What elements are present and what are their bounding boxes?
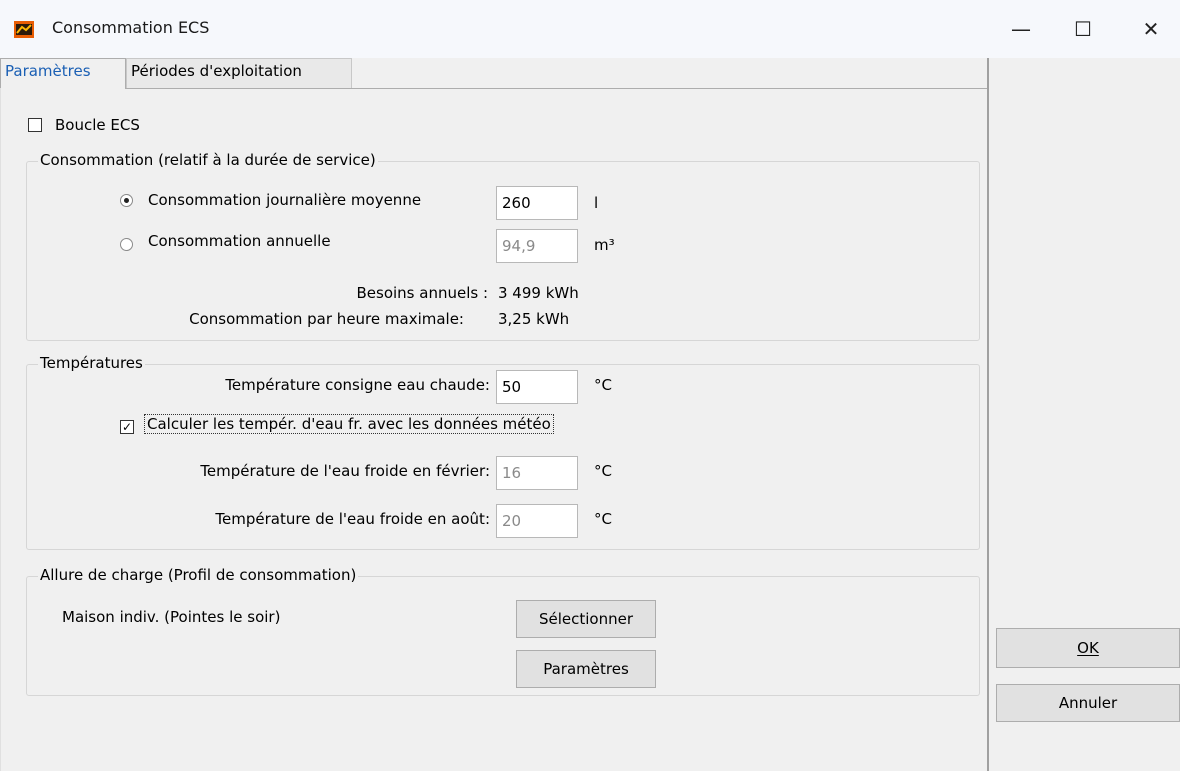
maximize-icon[interactable]: ☐: [1052, 0, 1114, 58]
boucle-ecs-checkbox[interactable]: [28, 118, 42, 132]
unit-celsius-fevrier: °C: [594, 462, 612, 480]
calculer-meteo-checkbox[interactable]: ✓: [120, 420, 134, 434]
radio-consommation-journaliere[interactable]: [120, 194, 133, 207]
minimize-icon[interactable]: —: [990, 0, 1052, 58]
tab-underline: [126, 88, 988, 89]
consommation-group-title: Consommation (relatif à la durée de serv…: [38, 151, 378, 169]
temperature-consigne-label: Température consigne eau chaude:: [225, 376, 490, 394]
consommation-annuelle-input[interactable]: 94,9: [496, 229, 578, 263]
temperature-aout-input[interactable]: 20: [496, 504, 578, 538]
unit-m3: m³: [594, 236, 615, 254]
boucle-ecs-label: Boucle ECS: [55, 116, 140, 134]
temperatures-group-title: Températures: [38, 354, 145, 372]
unit-celsius-consigne: °C: [594, 376, 612, 394]
profil-consommation-value: Maison indiv. (Pointes le soir): [62, 608, 281, 626]
ok-button-label: OK: [1077, 639, 1099, 657]
temperature-aout-label: Température de l'eau froide en août:: [215, 510, 490, 528]
panel-border: [0, 88, 1, 771]
ok-button[interactable]: OK: [996, 628, 1180, 668]
radio-consommation-annuelle[interactable]: [120, 238, 133, 251]
tab-parametres[interactable]: Paramètres: [0, 58, 126, 89]
cancel-button[interactable]: Annuler: [996, 684, 1180, 722]
consommation-journaliere-label: Consommation journalière moyenne: [148, 191, 422, 209]
temperature-fevrier-label: Température de l'eau froide en février:: [200, 462, 490, 480]
tab-periodes-exploitation[interactable]: Périodes d'exploitation: [126, 58, 352, 89]
calculer-meteo-label: Calculer les tempér. d'eau fr. avec les …: [144, 414, 554, 434]
app-icon: [14, 21, 34, 38]
selectionner-button[interactable]: Sélectionner: [516, 600, 656, 638]
vertical-divider: [987, 58, 989, 771]
temperature-fevrier-input[interactable]: 16: [496, 456, 578, 490]
consommation-journaliere-input[interactable]: 260: [496, 186, 578, 220]
allure-charge-group: [26, 576, 980, 696]
close-icon[interactable]: ✕: [1120, 0, 1180, 58]
consommation-heure-max-label: Consommation par heure maximale:: [189, 310, 464, 328]
allure-charge-group-title: Allure de charge (Profil de consommation…: [38, 566, 359, 584]
unit-celsius-aout: °C: [594, 510, 612, 528]
temperature-consigne-input[interactable]: 50: [496, 370, 578, 404]
besoins-annuels-label: Besoins annuels :: [356, 284, 488, 302]
consommation-heure-max-value: 3,25 kWh: [498, 310, 570, 328]
window-title: Consommation ECS: [52, 18, 210, 37]
parametres-button[interactable]: Paramètres: [516, 650, 656, 688]
radio-selected-dot: [124, 198, 129, 203]
unit-litres: l: [594, 194, 599, 212]
check-icon: ✓: [121, 420, 133, 434]
besoins-annuels-value: 3 499 kWh: [498, 284, 579, 302]
consommation-annuelle-label: Consommation annuelle: [148, 232, 331, 250]
